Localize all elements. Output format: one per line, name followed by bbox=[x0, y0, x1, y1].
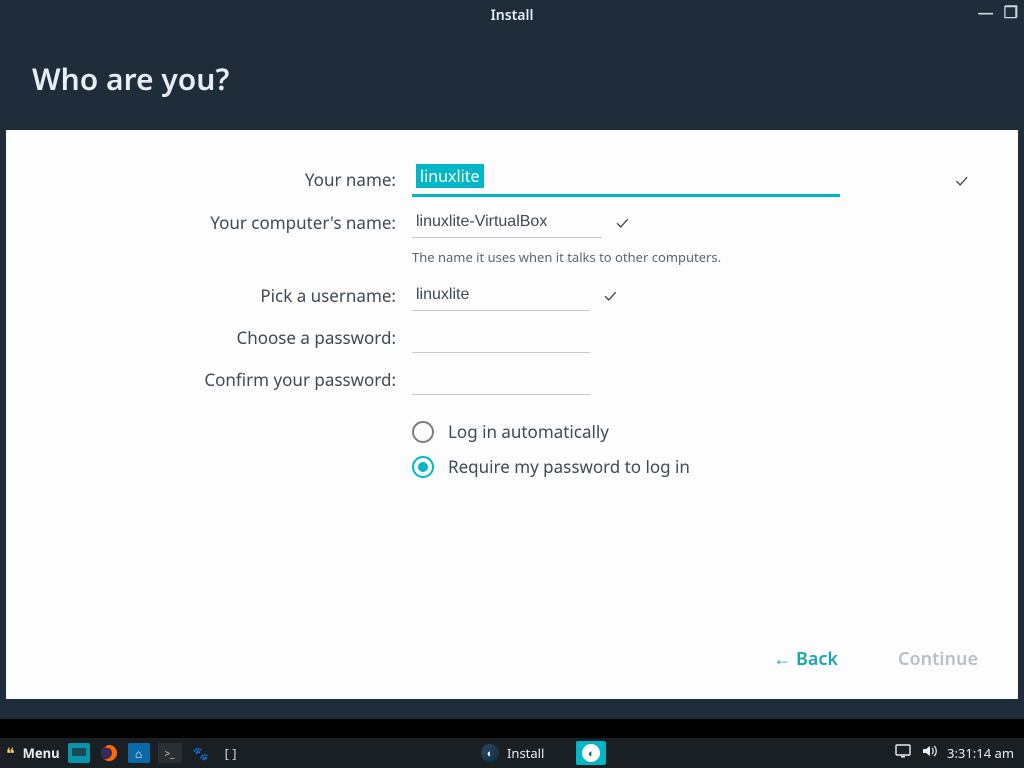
minimize-icon[interactable]: — bbox=[978, 4, 994, 20]
taskbar-app-install[interactable]: ◐ Install bbox=[475, 741, 568, 765]
back-button[interactable]: ← Back bbox=[773, 647, 838, 671]
label-confirm-password: Confirm your password: bbox=[26, 364, 412, 396]
clock[interactable]: 3:31:14 am bbox=[947, 744, 1014, 762]
titlebar[interactable]: Install — ❐ bbox=[0, 0, 1024, 30]
display-icon[interactable] bbox=[895, 743, 911, 763]
confirm-password-input[interactable] bbox=[412, 364, 590, 395]
radio-require-password-label: Require my password to log in bbox=[448, 455, 690, 478]
volume-icon[interactable] bbox=[921, 743, 937, 763]
your-name-input[interactable]: linuxlite bbox=[412, 164, 840, 197]
page-heading: Who are you? bbox=[0, 30, 1024, 135]
taskbar-app-label: Install bbox=[507, 744, 544, 762]
check-icon: ✓ bbox=[616, 211, 629, 235]
window-title: Install bbox=[491, 6, 534, 25]
radio-require-password[interactable] bbox=[412, 456, 434, 478]
radio-login-auto-label: Log in automatically bbox=[448, 420, 609, 443]
install-app-icon: ◐ bbox=[582, 744, 600, 762]
form-panel: Your name: linuxlite ✓ Your computer's n… bbox=[6, 130, 1018, 699]
back-label: Back bbox=[796, 647, 838, 671]
paw-icon[interactable]: 🐾 bbox=[190, 743, 212, 763]
username-input[interactable] bbox=[412, 280, 590, 311]
arrow-left-icon: ← bbox=[773, 647, 791, 671]
label-your-name: Your name: bbox=[26, 164, 412, 196]
taskbar: ❝ Menu ⌂ >_ 🐾 [ ] ◐ Install ◐ 3:31:14 am bbox=[0, 738, 1024, 768]
password-input[interactable] bbox=[412, 322, 590, 353]
your-name-value: linuxlite bbox=[416, 164, 484, 188]
install-window: Install — ❐ Who are you? Your name: linu… bbox=[0, 0, 1024, 719]
file-manager-icon[interactable]: ⌂ bbox=[128, 743, 150, 763]
check-icon: ✓ bbox=[604, 284, 617, 308]
radio-login-auto[interactable] bbox=[412, 421, 434, 443]
maximize-icon[interactable]: ❐ bbox=[1004, 4, 1018, 20]
terminal-icon[interactable]: >_ bbox=[158, 743, 182, 763]
computer-name-hint: The name it uses when it talks to other … bbox=[412, 248, 998, 266]
label-password: Choose a password: bbox=[26, 322, 412, 354]
brackets-icon[interactable]: [ ] bbox=[220, 743, 242, 763]
firefox-icon[interactable] bbox=[98, 743, 120, 763]
label-username: Pick a username: bbox=[26, 280, 412, 312]
menu-feather-icon[interactable]: ❝ bbox=[6, 742, 15, 764]
continue-button: Continue bbox=[898, 647, 978, 671]
label-computer-name: Your computer's name: bbox=[26, 207, 412, 239]
install-app-icon: ◐ bbox=[481, 744, 499, 762]
show-desktop-icon[interactable] bbox=[68, 743, 90, 763]
menu-button[interactable]: Menu bbox=[23, 744, 60, 762]
taskbar-app-install-active[interactable]: ◐ bbox=[576, 741, 606, 765]
computer-name-input[interactable] bbox=[412, 207, 602, 238]
check-icon: ✓ bbox=[955, 169, 968, 193]
